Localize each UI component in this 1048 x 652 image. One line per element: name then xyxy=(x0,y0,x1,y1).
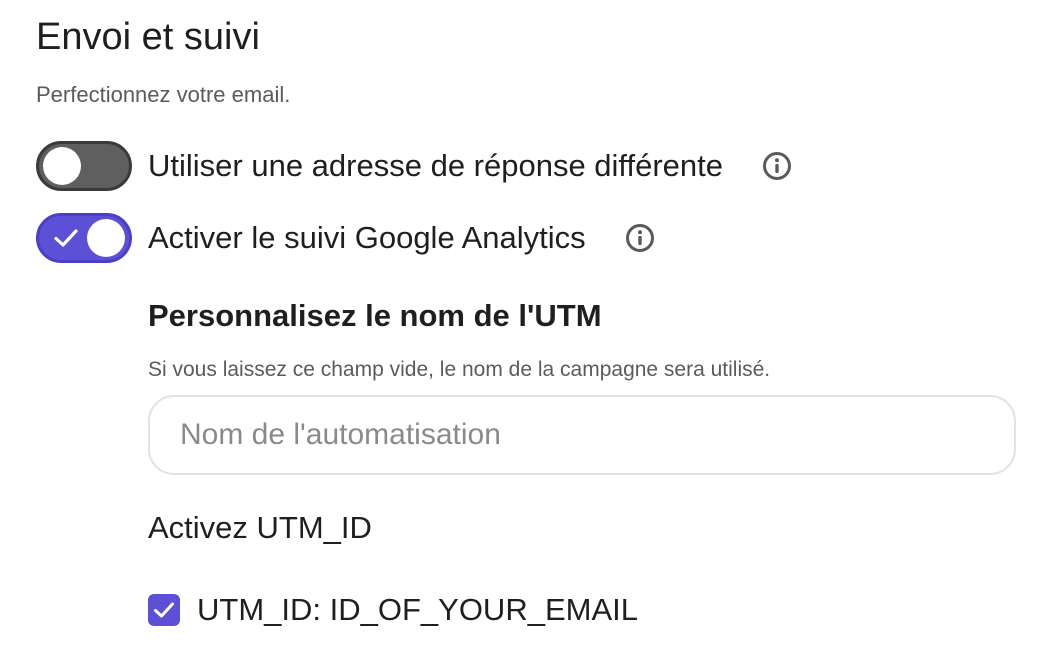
toggle-knob xyxy=(43,147,81,185)
utm-name-help-text: Si vous laissez ce champ vide, le nom de… xyxy=(148,358,771,381)
reply-address-label: Utiliser une adresse de réponse différen… xyxy=(148,148,723,183)
check-icon xyxy=(54,229,78,247)
section-title: Envoi et suivi xyxy=(36,16,260,58)
utm-id-checkbox-label: UTM_ID: ID_OF_YOUR_EMAIL xyxy=(197,592,638,627)
section-subtitle: Perfectionnez votre email. xyxy=(36,82,291,107)
utm-id-option: UTM_ID: ID_OF_YOUR_EMAIL xyxy=(148,592,638,628)
info-icon[interactable] xyxy=(624,222,656,254)
check-icon xyxy=(154,602,174,618)
reply-address-toggle[interactable] xyxy=(36,141,132,191)
google-analytics-toggle[interactable] xyxy=(36,213,132,263)
utm-name-heading: Personnalisez le nom de l'UTM xyxy=(148,298,602,333)
reply-address-row: Utiliser une adresse de réponse différen… xyxy=(36,141,793,191)
utm-id-checkbox[interactable] xyxy=(148,594,180,626)
info-icon[interactable] xyxy=(761,150,793,182)
utm-name-input[interactable] xyxy=(148,395,1016,475)
google-analytics-row: Activer le suivi Google Analytics xyxy=(36,213,656,263)
google-analytics-label: Activer le suivi Google Analytics xyxy=(148,220,586,255)
toggle-knob xyxy=(87,219,125,257)
utm-id-heading: Activez UTM_ID xyxy=(148,510,372,545)
